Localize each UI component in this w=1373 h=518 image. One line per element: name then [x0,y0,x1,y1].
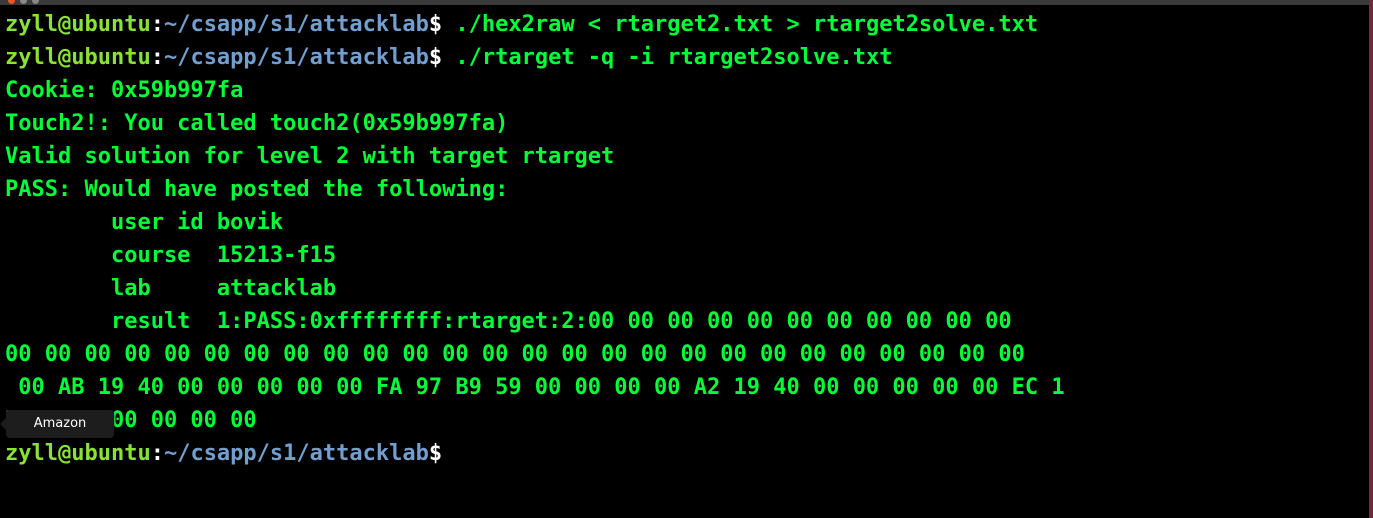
prompt-path: ~/csapp/s1/attacklab [163,45,429,70]
prompt-colon: : [150,45,164,70]
command-text: ./hex2raw < rtarget2.txt > rtarget2solve… [442,12,1039,37]
output-line: Touch2!: You called touch2(0x59b997fa) [5,111,509,136]
output-line: 00 00 00 00 00 00 00 00 00 00 00 00 00 0… [5,342,1025,367]
terminal-output[interactable]: zyll@ubuntu:~/csapp/s1/attacklab$ ./hex2… [5,8,1367,470]
prompt-user-host: zyll@ubuntu [5,45,151,70]
tooltip-label: Amazon [33,416,87,431]
prompt-symbol: $ [428,441,443,466]
command-line[interactable]: zyll@ubuntu:~/csapp/s1/attacklab$ [5,437,1367,470]
prompt-colon: : [150,441,164,466]
output-line: lab attacklab [5,276,337,301]
terminal-window[interactable]: zyll@ubuntu:~/csapp/s1/attacklab$ ./hex2… [0,0,1373,518]
output-line: 00 AB 19 40 00 00 00 00 00 FA 97 B9 59 0… [5,375,1065,400]
window-titlebar[interactable] [0,0,1373,5]
command-line: zyll@ubuntu:~/csapp/s1/attacklab$ ./hex2… [5,8,1367,41]
close-icon[interactable] [8,0,15,4]
prompt-user-host: zyll@ubuntu [5,12,151,37]
output-line: course 15213-f15 [5,243,337,268]
prompt-colon: : [150,12,164,37]
prompt-symbol: $ [428,12,443,37]
prompt-symbol: $ [428,45,443,70]
command-text: ./rtarget -q -i rtarget2solve.txt [442,45,893,70]
prompt-path: ~/csapp/s1/attacklab [163,441,429,466]
output-line: user id bovik [5,210,284,235]
desktop-edge [1369,0,1373,518]
prompt-path: ~/csapp/s1/attacklab [163,12,429,37]
launcher-tooltip: Amazon [0,410,114,438]
maximize-icon[interactable] [32,0,39,4]
output-line: Cookie: 0x59b997fa [5,78,244,103]
output-line: 7 40 00 00 00 00 00 [5,408,257,433]
output-line: PASS: Would have posted the following: [5,177,509,202]
command-line: zyll@ubuntu:~/csapp/s1/attacklab$ ./rtar… [5,41,1367,74]
minimize-icon[interactable] [20,0,27,4]
output-line: result 1:PASS:0xffffffff:rtarget:2:00 00… [5,309,1012,334]
prompt-user-host: zyll@ubuntu [5,441,151,466]
output-line: Valid solution for level 2 with target r… [5,144,615,169]
